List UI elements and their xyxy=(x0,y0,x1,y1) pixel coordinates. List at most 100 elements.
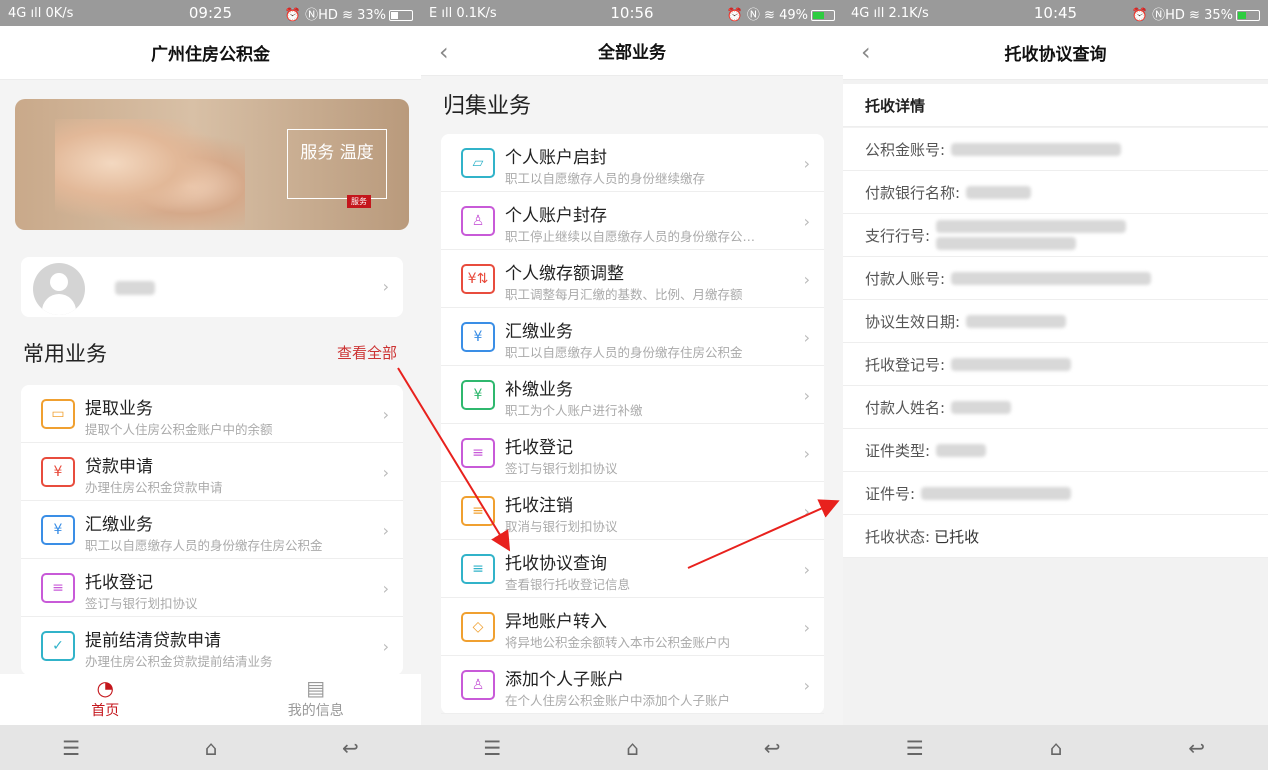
chevron-right-icon: › xyxy=(382,463,389,482)
network-status: 4G ıll 2.1K/s xyxy=(851,5,929,21)
service-item[interactable]: ¥ 贷款申请 办理住房公积金贷款申请 › xyxy=(21,443,403,501)
service-item[interactable]: ▭ 提取业务 提取个人住房公积金账户中的余额 › xyxy=(21,385,403,443)
menu-icon[interactable]: ☰ xyxy=(62,736,80,760)
service-item-description: 办理住房公积金贷款申请 xyxy=(85,480,223,495)
service-item-description: 职工以自愿缴存人员的身份缴存住房公积金 xyxy=(505,345,743,360)
detail-row: 托收状态: 已托收 xyxy=(843,515,1268,558)
back-icon[interactable]: ↩ xyxy=(342,736,359,760)
service-item-description: 职工调整每月汇缴的基数、比例、月缴存额 xyxy=(505,287,743,302)
detail-label: 付款人账号: xyxy=(865,269,946,288)
service-item[interactable]: ¥ 汇缴业务 职工以自愿缴存人员的身份缴存住房公积金 › xyxy=(441,308,824,366)
menu-icon[interactable]: ☰ xyxy=(483,736,501,760)
service-item-title: 汇缴业务 xyxy=(505,322,573,342)
service-item[interactable]: ¥ 汇缴业务 职工以自愿缴存人员的身份缴存住房公积金 › xyxy=(21,501,403,559)
banner-slogan: 服务 温度 xyxy=(287,129,387,199)
chevron-right-icon: › xyxy=(803,676,810,695)
detail-value-redacted xyxy=(951,400,1012,414)
see-all-link[interactable]: 查看全部 xyxy=(337,342,397,363)
service-item-title: 托收登记 xyxy=(85,573,153,593)
service-item-description: 将异地公积金余额转入本市公积金账户内 xyxy=(505,635,731,650)
promo-banner[interactable]: 服务 温度 服务 xyxy=(15,99,409,230)
detail-label: 支行行号: xyxy=(865,226,931,245)
detail-row: 证件类型: xyxy=(843,429,1268,472)
chevron-right-icon: › xyxy=(803,154,810,173)
yuan-cycle-icon: ¥ xyxy=(461,322,495,352)
system-nav-bar: ☰ ⌂ ↩ xyxy=(421,725,843,770)
service-item[interactable]: ¥ 补缴业务 职工为个人账户进行补缴 › xyxy=(441,366,824,424)
service-item-description: 查看银行托收登记信息 xyxy=(505,577,631,592)
detail-row: 证件号: xyxy=(843,472,1268,515)
yuan-plus-icon: ¥ xyxy=(461,380,495,410)
service-item-title: 个人缴存额调整 xyxy=(505,264,624,284)
status-bar: 4G ıll 0K/s 09:25 ⏰ ⓃHD ≋ 33% xyxy=(0,0,421,26)
service-item[interactable]: ◇ 异地账户转入 将异地公积金余额转入本市公积金账户内 › xyxy=(441,598,824,656)
home-logo-icon: ◔ xyxy=(96,676,114,700)
network-status: E ıll 0.1K/s xyxy=(429,5,497,21)
service-item-title: 个人账户封存 xyxy=(505,206,607,226)
battery-icon xyxy=(810,9,835,21)
detail-row: 付款人账号: xyxy=(843,257,1268,300)
home-icon[interactable]: ⌂ xyxy=(1050,736,1063,760)
service-item-title: 托收协议查询 xyxy=(505,554,607,574)
id-card-icon: ▤ xyxy=(306,676,326,700)
service-item[interactable]: ♙ 添加个人子账户 在个人住房公积金账户中添加个人子账户 › xyxy=(441,656,824,714)
person-add-icon: ♙ xyxy=(461,670,495,700)
collection-services-list: ▱ 个人账户启封 职工以自愿缴存人员的身份继续缴存 › ♙ 个人账户封存 职工停止… xyxy=(441,134,824,714)
tab-my-info[interactable]: ▤ 我的信息 xyxy=(211,674,422,725)
battery-icon xyxy=(1235,9,1260,21)
system-nav-bar: ☰ ⌂ ↩ xyxy=(0,725,421,770)
page-title: 广州住房公积金 xyxy=(0,26,421,80)
status-icons: ⏰ ⓃHD ≋ 33% xyxy=(284,7,386,23)
status-bar: E ıll 0.1K/s 10:56 ⏰ Ⓝ ≋ 49% xyxy=(421,0,843,26)
bottom-tab-bar: ◔ 首页 ▤ 我的信息 xyxy=(0,674,421,725)
detail-label: 公积金账号: xyxy=(865,140,946,159)
detail-value-redacted xyxy=(966,314,1067,328)
chevron-right-icon: › xyxy=(382,521,389,540)
back-icon[interactable]: ↩ xyxy=(764,736,781,760)
service-item-description: 职工停止继续以自愿缴存人员的身份缴存公… xyxy=(505,229,756,244)
wallet-icon: ▭ xyxy=(41,399,75,429)
service-item[interactable]: ≡ 托收协议查询 查看银行托收登记信息 › xyxy=(441,540,824,598)
status-bar: 4G ıll 2.1K/s 10:45 ⏰ ⓃHD ≋ 35% xyxy=(843,0,1268,26)
chevron-right-icon: › xyxy=(803,212,810,231)
detail-label: 付款银行名称: xyxy=(865,183,961,202)
service-item[interactable]: ♙ 个人账户封存 职工停止继续以自愿缴存人员的身份缴存公… › xyxy=(441,192,824,250)
clock: 10:45 xyxy=(1033,4,1078,22)
loan-icon: ¥ xyxy=(41,457,75,487)
home-screen: 4G ıll 0K/s 09:25 ⏰ ⓃHD ≋ 33% 广州住房公积金 服务… xyxy=(0,0,421,770)
service-item-description: 在个人住房公积金账户中添加个人子账户 xyxy=(505,693,731,708)
service-item[interactable]: ✓ 提前结清贷款申请 办理住房公积金贷款提前结清业务 › xyxy=(21,617,403,675)
chevron-right-icon: › xyxy=(803,560,810,579)
detail-row: 付款人姓名: xyxy=(843,386,1268,429)
tab-home[interactable]: ◔ 首页 xyxy=(0,674,211,725)
card-check-icon: ✓ xyxy=(41,631,75,661)
back-arrow-icon[interactable]: ‹ xyxy=(439,38,449,66)
home-icon[interactable]: ⌂ xyxy=(626,736,639,760)
detail-row: 支行行号: xyxy=(843,214,1268,257)
service-item[interactable]: ¥⇅ 个人缴存额调整 职工调整每月汇缴的基数、比例、月缴存额 › xyxy=(441,250,824,308)
home-icon[interactable]: ⌂ xyxy=(205,736,218,760)
service-item-description: 职工为个人账户进行补缴 xyxy=(505,403,643,418)
service-item[interactable]: ▱ 个人账户启封 职工以自愿缴存人员的身份继续缴存 › xyxy=(441,134,824,192)
user-profile-card[interactable]: › xyxy=(21,257,403,317)
details-section-title: 托收详情 xyxy=(843,84,1268,127)
service-item[interactable]: ≡ 托收登记 签订与银行划扣协议 › xyxy=(21,559,403,617)
detail-row: 托收登记号: xyxy=(843,343,1268,386)
back-arrow-icon[interactable]: ‹ xyxy=(861,38,871,66)
service-item[interactable]: ≡ 托收注销 取消与银行划扣协议 › xyxy=(441,482,824,540)
chevron-right-icon: › xyxy=(803,618,810,637)
chevron-right-icon: › xyxy=(382,277,389,296)
agreement-query-screen: 4G ıll 2.1K/s 10:45 ⏰ ⓃHD ≋ 35% ‹ 托收协议查询… xyxy=(843,0,1268,770)
yuan-cycle-icon: ¥ xyxy=(41,515,75,545)
detail-value-redacted xyxy=(951,357,1072,371)
page-title: 全部业务 xyxy=(598,43,666,63)
menu-icon[interactable]: ☰ xyxy=(906,736,924,760)
detail-row: 付款银行名称: xyxy=(843,171,1268,214)
service-item[interactable]: ≡ 托收登记 签订与银行划扣协议 › xyxy=(441,424,824,482)
back-icon[interactable]: ↩ xyxy=(1188,736,1205,760)
clock: 09:25 xyxy=(188,4,233,22)
all-services-screen: E ıll 0.1K/s 10:56 ⏰ Ⓝ ≋ 49% ‹ 全部业务 归集业务… xyxy=(421,0,843,770)
chevron-right-icon: › xyxy=(382,637,389,656)
form-edit-icon: ≡ xyxy=(461,438,495,468)
detail-label: 证件号: xyxy=(865,484,916,503)
